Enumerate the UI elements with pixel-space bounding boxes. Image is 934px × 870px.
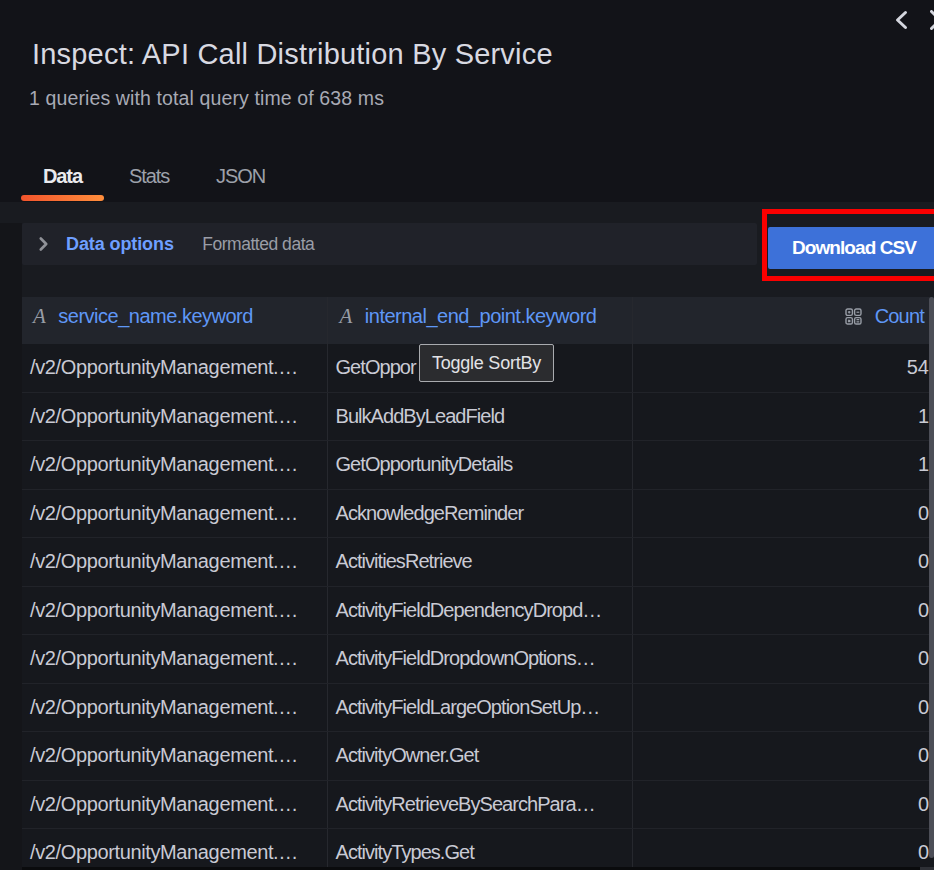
column-header-service-name[interactable]: A service_name.keyword (22, 297, 328, 344)
cell-internal-end-point: BulkAddByLeadField (328, 393, 634, 441)
table-row[interactable]: /v2/OpportunityManagement.… GetOpportuni… (22, 440, 934, 489)
cell-count: 0 (633, 732, 934, 780)
close-icon (930, 10, 934, 30)
cell-service-name: /v2/OpportunityManagement.… (22, 344, 328, 392)
cell-internal-end-point: GetOpportunityDetails (328, 441, 634, 489)
chevron-right-icon (39, 237, 48, 251)
cell-count: 54 (633, 344, 934, 392)
text-field-icon: A (33, 304, 45, 329)
table-row[interactable]: /v2/OpportunityManagement.… ActivityFiel… (22, 586, 934, 635)
cell-count: 0 (633, 781, 934, 829)
cell-internal-end-point: AcknowledgeReminder (328, 490, 634, 538)
table-body: /v2/OpportunityManagement.… GetOppor 54 … (22, 344, 934, 870)
cell-count: 1 (633, 393, 934, 441)
tab-data[interactable]: Data (21, 160, 104, 201)
cell-service-name: /v2/OpportunityManagement.… (22, 829, 328, 870)
page-title: Inspect: API Call Distribution By Servic… (32, 38, 553, 71)
cell-count: 0 (633, 684, 934, 732)
cell-internal-end-point: ActivityTypes.Get (328, 829, 634, 870)
column-header-internal-end-point[interactable]: A internal_end_point.keyword (328, 297, 634, 344)
cell-internal-end-point: ActivityFieldDropdownOptions… (328, 635, 634, 683)
tab-stats[interactable]: Stats (107, 160, 191, 201)
table-row[interactable]: /v2/OpportunityManagement.… ActivityOwne… (22, 731, 934, 780)
column-header-count[interactable]: Count (633, 297, 934, 344)
tab-json[interactable]: JSON (194, 160, 287, 201)
cell-internal-end-point: ActivitiesRetrieve (328, 538, 634, 586)
calculator-icon (845, 308, 862, 325)
table-header-row: A service_name.keyword A internal_end_po… (22, 297, 934, 344)
cell-internal-end-point: ActivityFieldDependencyDropd… (328, 587, 634, 635)
table-row[interactable]: /v2/OpportunityManagement.… AcknowledgeR… (22, 489, 934, 538)
data-options-label[interactable]: Data options (66, 234, 174, 255)
table-row[interactable]: /v2/OpportunityManagement.… ActivityFiel… (22, 634, 934, 683)
cell-count: 0 (633, 538, 934, 586)
cell-internal-end-point: ActivityRetrieveBySearchPara… (328, 781, 634, 829)
cell-service-name: /v2/OpportunityManagement.… (22, 635, 328, 683)
vertical-scrollbar-thumb[interactable] (929, 297, 934, 858)
text-field-icon: A (340, 304, 352, 329)
table-row[interactable]: /v2/OpportunityManagement.… ActivitiesRe… (22, 537, 934, 586)
cell-service-name: /v2/OpportunityManagement.… (22, 684, 328, 732)
table-row[interactable]: /v2/OpportunityManagement.… ActivityRetr… (22, 780, 934, 829)
cell-count: 0 (633, 829, 934, 870)
drawer-left-margin (0, 223, 22, 870)
cell-count: 0 (633, 635, 934, 683)
cell-count: 1 (633, 441, 934, 489)
expand-pane-button[interactable] (894, 10, 908, 30)
inspector-tabs: Data Stats JSON (21, 160, 290, 201)
cell-service-name: /v2/OpportunityManagement.… (22, 538, 328, 586)
angle-left-icon (894, 10, 908, 30)
cell-service-name: /v2/OpportunityManagement.… (22, 781, 328, 829)
cell-internal-end-point: ActivityOwner.Get (328, 732, 634, 780)
cell-internal-end-point: ActivityFieldLargeOptionSetUp… (328, 684, 634, 732)
data-options-bar[interactable]: Data options Formatted data (22, 223, 757, 265)
table-row[interactable]: /v2/OpportunityManagement.… ActivityType… (22, 828, 934, 870)
cell-service-name: /v2/OpportunityManagement.… (22, 587, 328, 635)
cell-count: 0 (633, 587, 934, 635)
download-csv-button[interactable]: Download CSV (768, 227, 934, 269)
cell-service-name: /v2/OpportunityManagement.… (22, 490, 328, 538)
close-drawer-button[interactable] (930, 10, 934, 30)
cell-service-name: /v2/OpportunityManagement.… (22, 441, 328, 489)
cell-service-name: /v2/OpportunityManagement.… (22, 732, 328, 780)
table-row[interactable]: /v2/OpportunityManagement.… ActivityFiel… (22, 683, 934, 732)
table-row[interactable]: /v2/OpportunityManagement.… BulkAddByLea… (22, 392, 934, 441)
page-subtitle: 1 queries with total query time of 638 m… (29, 87, 384, 110)
cell-count: 0 (633, 490, 934, 538)
toggle-sortby-tooltip: Toggle SortBy (419, 344, 554, 382)
cell-service-name: /v2/OpportunityManagement.… (22, 393, 328, 441)
data-options-summary: Formatted data (202, 234, 314, 255)
data-table: A service_name.keyword A internal_end_po… (22, 297, 934, 870)
